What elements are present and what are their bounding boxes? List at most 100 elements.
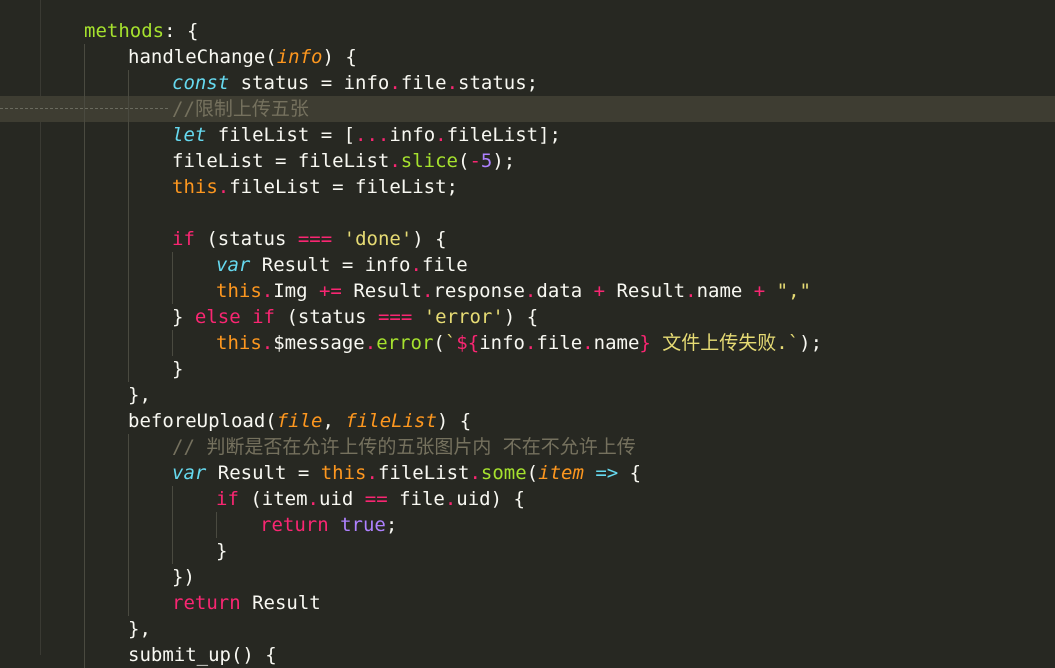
code-line[interactable]: let fileList = [...info.fileList];: [0, 122, 1055, 148]
code-line[interactable]: this.Img += Result.response.data + Resul…: [0, 278, 1055, 304]
indent-guide: [128, 278, 129, 304]
code-token: // 判断是否在允许上传的五张图片内 不在不允许上传: [172, 436, 636, 458]
code-token: this: [216, 280, 262, 302]
code-line[interactable]: return true;: [0, 512, 1055, 538]
code-token: .: [582, 332, 594, 354]
code-text: this.Img += Result.response.data + Resul…: [216, 278, 811, 304]
code-token: .: [389, 150, 401, 172]
code-token: -: [469, 150, 481, 172]
indent-guide: [128, 590, 129, 616]
code-line[interactable]: } else if (status === 'error') {: [0, 304, 1055, 330]
code-line[interactable]: if (status === 'done') {: [0, 226, 1055, 252]
indent-guide: [84, 330, 85, 356]
code-token: error: [376, 332, 434, 354]
code-token: uid) {: [456, 488, 525, 510]
indent-guide: [128, 252, 129, 278]
code-token: some: [480, 462, 527, 484]
code-token: file: [276, 410, 323, 432]
code-line[interactable]: submit_up() {: [0, 642, 1055, 668]
code-line[interactable]: // 判断是否在允许上传的五张图片内 不在不允许上传: [0, 434, 1055, 460]
code-token: info: [479, 332, 525, 354]
code-token: ==: [364, 488, 388, 510]
code-token: slice: [400, 150, 458, 172]
code-line[interactable]: if (item.uid == file.uid) {: [0, 486, 1055, 512]
indent-guide: [128, 122, 129, 148]
indent-guide: [84, 122, 85, 148]
code-line[interactable]: },: [0, 382, 1055, 408]
code-token: fileList: [345, 410, 437, 432]
indent-guide: [84, 564, 85, 590]
code-line[interactable]: var Result = this.fileList.some(item => …: [0, 460, 1055, 486]
code-line[interactable]: this.$message.error(`${info.file.name} 文…: [0, 330, 1055, 356]
code-token: .: [685, 280, 697, 302]
code-token: ===: [377, 306, 413, 328]
code-token: status = info: [229, 72, 390, 94]
code-token: methods: [84, 20, 165, 42]
code-text: }: [216, 538, 227, 564]
code-token: ) {: [436, 410, 472, 432]
code-token: info: [389, 124, 436, 146]
code-token: name: [593, 332, 640, 354]
code-token: Img: [273, 280, 319, 302]
indent-guide: [84, 590, 85, 616]
code-token: file: [387, 488, 445, 510]
code-token: .: [469, 462, 481, 484]
indent-guide: [216, 512, 217, 538]
code-token: (: [526, 462, 539, 484]
code-line[interactable]: handleChange(info) {: [0, 44, 1055, 70]
code-line[interactable]: }: [0, 538, 1055, 564]
code-line[interactable]: fileList = fileList.slice(-5);: [0, 148, 1055, 174]
code-token: {: [618, 462, 642, 484]
code-line[interactable]: }: [0, 356, 1055, 382]
code-token: name: [696, 280, 754, 302]
code-token: Result: [240, 592, 321, 614]
code-token: ) {: [412, 228, 447, 250]
indent-guide: [84, 304, 85, 330]
code-token: (item: [238, 488, 308, 510]
code-token: //限制上传五张: [172, 98, 309, 120]
code-line[interactable]: return Result: [0, 590, 1055, 616]
indent-guide: [84, 70, 85, 96]
code-token: Result: [341, 280, 422, 302]
code-token: },: [128, 384, 151, 406]
indent-guide: [84, 616, 85, 642]
code-token: uid: [318, 488, 365, 510]
code-text: return Result: [172, 590, 321, 616]
code-line[interactable]: methods: {: [0, 18, 1055, 44]
code-text: },: [128, 616, 151, 642]
code-line[interactable]: var Result = info.file: [0, 252, 1055, 278]
code-line[interactable]: }): [0, 564, 1055, 590]
code-token: .: [261, 332, 274, 354]
code-token: .: [217, 176, 230, 198]
code-token: ;: [385, 514, 398, 536]
code-token: var: [172, 462, 207, 484]
indent-guide: [84, 408, 85, 434]
code-text: if (status === 'done') {: [172, 226, 447, 252]
code-token: fileList: [377, 462, 470, 484]
code-token: if: [172, 228, 195, 250]
code-token: file: [536, 332, 583, 354]
code-token: this: [320, 462, 367, 484]
code-line[interactable]: },: [0, 616, 1055, 642]
code-token: +=: [318, 280, 342, 302]
indent-guide: [84, 642, 85, 668]
code-token: response: [433, 280, 525, 302]
code-token: 'error': [423, 306, 504, 328]
code-line[interactable]: beforeUpload(file, fileList) {: [0, 408, 1055, 434]
code-editor[interactable]: methods: {handleChange(info) {const stat…: [0, 0, 1055, 668]
indent-guide: [84, 382, 85, 408]
code-token: item: [538, 462, 584, 484]
code-token: ",": [776, 280, 811, 302]
code-token: this: [172, 176, 218, 198]
code-token: `: [444, 332, 457, 354]
code-token: ) {: [503, 306, 539, 328]
code-text: if (item.uid == file.uid) {: [216, 486, 525, 512]
code-line[interactable]: this.fileList = fileList;: [0, 174, 1055, 200]
code-text: return true;: [260, 512, 397, 538]
code-token: 文件上传失败.`: [650, 332, 800, 354]
indent-guide: [128, 96, 129, 122]
code-line[interactable]: [0, 200, 1055, 226]
code-text: }): [172, 564, 195, 590]
code-line[interactable]: //限制上传五张: [0, 96, 1055, 122]
code-line[interactable]: const status = info.file.status;: [0, 70, 1055, 96]
